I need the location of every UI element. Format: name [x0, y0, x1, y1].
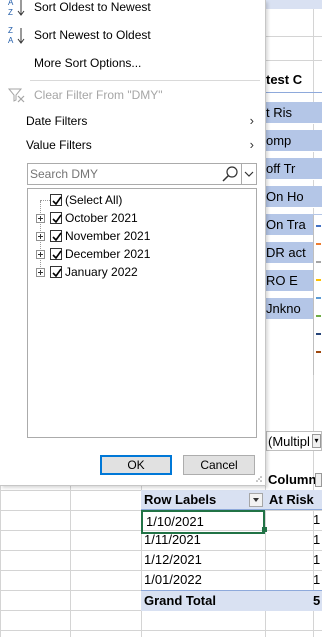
list-item[interactable]: January 2022 — [28, 263, 256, 281]
svg-text:Z: Z — [8, 8, 13, 17]
clear-filter[interactable]: Clear Filter From "DMY" — [0, 82, 264, 108]
pivot-row-value: 1 — [313, 532, 321, 547]
sort-descending-icon: Z A — [8, 26, 25, 45]
sort-newest-to-oldest[interactable]: Z A Sort Newest to Oldest — [0, 22, 264, 48]
row-labels-filter-button[interactable] — [249, 493, 263, 507]
grid-line — [0, 486, 1, 637]
filter-funnel-icon — [253, 498, 259, 502]
list-item-label: November 2021 — [65, 229, 151, 243]
legend-swatch — [316, 261, 321, 263]
legend-swatch — [316, 225, 321, 227]
row-labels-header: Row Labels — [144, 492, 217, 507]
clear-filter-label: Clear Filter From "DMY" — [34, 88, 163, 102]
search-input[interactable] — [28, 164, 223, 184]
list-item[interactable]: December 2021 — [28, 245, 256, 263]
grid-line — [0, 630, 322, 631]
pivot-row-value: 1 — [313, 572, 321, 587]
chevron-right-icon: › — [249, 113, 254, 128]
partial-cell[interactable]: On Ho — [263, 186, 322, 208]
header-strip — [266, 0, 322, 9]
autofilter-menu: A Z Sort Oldest to Newest Z A Sort Newes… — [0, 0, 266, 486]
sort-oldest-label: Sort Oldest to Newest — [34, 0, 151, 14]
legend-swatch — [316, 243, 321, 245]
checkbox-checked[interactable] — [50, 212, 62, 224]
list-item-label: October 2021 — [65, 211, 138, 225]
legend-swatch — [316, 351, 321, 353]
legend-swatch — [316, 315, 321, 317]
filter-cell[interactable]: (Multipl ▾ — [266, 431, 322, 451]
pivot-row-label[interactable]: 1/11/2021 — [141, 530, 265, 550]
list-item-select-all[interactable]: (Select All) — [28, 191, 256, 209]
sort-ascending-icon: A Z — [8, 0, 25, 17]
sort-newest-label: Sort Newest to Oldest — [34, 28, 151, 42]
clear-filter-icon — [8, 88, 25, 103]
checkbox-checked[interactable] — [50, 266, 62, 278]
grid-line — [70, 486, 71, 637]
pivot-row-value: 1 — [313, 512, 321, 527]
value-filters[interactable]: Value Filters › — [0, 132, 264, 158]
expand-icon[interactable] — [36, 268, 45, 277]
svg-text:A: A — [8, 0, 14, 7]
list-item-label: December 2021 — [65, 247, 151, 261]
date-filters-label: Date Filters — [26, 114, 88, 128]
partial-cell[interactable]: t Ris — [263, 102, 322, 124]
date-filters[interactable]: Date Filters › — [0, 108, 264, 134]
pivot-row-label[interactable]: 1/01/2022 — [141, 570, 265, 590]
at-risk-header: At Risk — [269, 492, 314, 507]
list-item-label: January 2022 — [65, 265, 138, 279]
list-item[interactable]: November 2021 — [28, 227, 256, 245]
chevron-right-icon: › — [249, 137, 254, 152]
svg-text:A: A — [8, 36, 14, 45]
filter-values-list[interactable]: (Select All) October 2021 November 2021 … — [27, 188, 257, 438]
grid-line — [266, 60, 322, 61]
chevron-down-icon — [244, 171, 254, 177]
checkbox-checked[interactable] — [50, 230, 62, 242]
cancel-button[interactable]: Cancel — [183, 455, 255, 475]
partial-cell[interactable]: omp — [263, 130, 322, 152]
sort-oldest-to-newest[interactable]: A Z Sort Oldest to Newest — [0, 0, 264, 20]
pivot-row-value: 1 — [313, 552, 321, 567]
checkbox-checked[interactable] — [50, 194, 62, 206]
checkbox-checked[interactable] — [50, 248, 62, 260]
grand-total-label: Grand Total — [144, 593, 216, 608]
resize-grip-icon[interactable] — [255, 475, 263, 483]
partial-cell[interactable]: off Tr — [263, 158, 322, 180]
svg-text:Z: Z — [8, 26, 13, 35]
search-dropdown-button[interactable] — [241, 164, 256, 184]
partial-header-cell: test C — [266, 72, 303, 87]
search-icon[interactable] — [219, 164, 241, 184]
ok-button[interactable]: OK — [100, 455, 172, 475]
grand-total-value: 5 — [313, 593, 321, 608]
expand-icon[interactable] — [36, 214, 45, 223]
expand-icon[interactable] — [36, 232, 45, 241]
column-labels-header: Column — [268, 472, 317, 487]
value-filters-label: Value Filters — [26, 138, 92, 152]
legend-swatch — [316, 279, 321, 281]
menu-separator — [30, 80, 260, 81]
grid-line — [266, 36, 322, 37]
legend-swatch — [316, 333, 321, 335]
legend-swatch — [316, 297, 321, 299]
multiple-items-label: (Multipl — [268, 434, 310, 449]
list-item[interactable]: October 2021 — [28, 209, 256, 227]
list-item-label: (Select All) — [65, 193, 123, 207]
more-sort-options[interactable]: More Sort Options... — [0, 50, 264, 76]
pivot-row-label[interactable]: 1/12/2021 — [141, 550, 265, 570]
column-dropdown-icon[interactable] — [315, 473, 322, 487]
grid-line — [266, 92, 322, 93]
filter-dropdown-icon[interactable]: ▾ — [312, 434, 321, 448]
expand-icon[interactable] — [36, 250, 45, 259]
search-box[interactable] — [27, 163, 257, 185]
more-sort-label: More Sort Options... — [34, 56, 142, 70]
